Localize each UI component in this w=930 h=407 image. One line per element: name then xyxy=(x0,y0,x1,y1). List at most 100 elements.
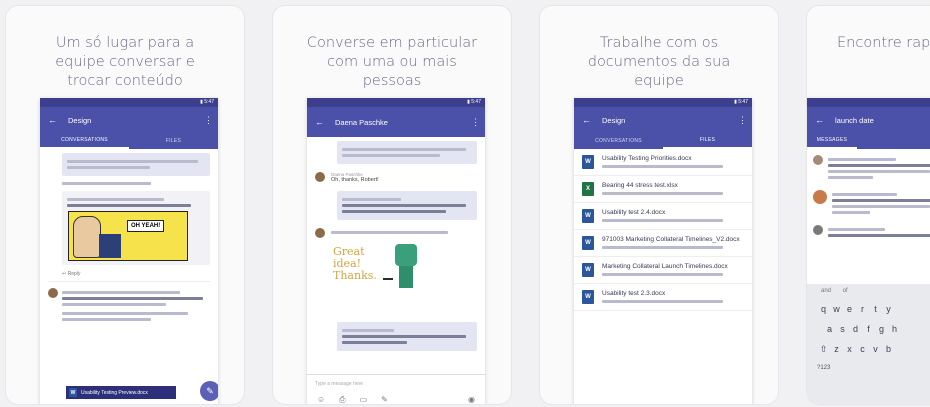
more-options-icon[interactable]: ⋮ xyxy=(471,117,480,128)
file-name: 971003 Marketing Collateral Timelines_V2… xyxy=(602,236,740,243)
file-row[interactable]: X Bearing 44 stress test.xlsx xyxy=(574,176,752,203)
key-s[interactable]: s xyxy=(836,319,849,339)
robot-sticker-icon xyxy=(395,244,417,266)
file-name: Usability test 2.3.docx xyxy=(602,290,666,297)
back-arrow-icon[interactable]: ← xyxy=(48,115,62,125)
status-bar: ▮ 5:47 xyxy=(307,98,485,107)
status-bar: ▮ 5:47 xyxy=(574,98,752,107)
search-result[interactable] xyxy=(813,225,930,240)
send-icon[interactable]: ◉ xyxy=(468,395,475,404)
user-avatar xyxy=(813,190,827,204)
file-row[interactable]: W Usability Testing Priorities.docx xyxy=(574,149,752,176)
comic-face xyxy=(73,216,101,258)
tab-files[interactable]: FILES xyxy=(129,133,218,149)
conversation-feed: OH YEAH! ↩ Reply xyxy=(40,149,218,328)
promo-caption: Encontre rapida o que prec xyxy=(837,35,930,51)
key-c[interactable]: c xyxy=(856,339,869,359)
sticker-text: Great idea! Thanks. xyxy=(333,245,377,282)
word-file-icon: W xyxy=(582,263,594,277)
word-file-icon: W xyxy=(582,290,594,304)
keyboard-row: qwerty xyxy=(807,298,930,318)
key-f[interactable]: f xyxy=(862,319,875,339)
file-meta xyxy=(602,300,744,303)
search-result[interactable] xyxy=(813,190,930,217)
reply-link[interactable]: ↩ Reply xyxy=(62,271,210,277)
key-v[interactable]: v xyxy=(869,339,882,359)
app-bar: ← Daena Paschke ⋮ xyxy=(307,107,485,137)
file-row[interactable]: W Usability test 2.3.docx xyxy=(574,284,752,311)
keyboard-row: ?123 xyxy=(807,358,930,378)
key-z[interactable]: z xyxy=(830,339,843,359)
tab-conversations[interactable]: CONVERSATIONS xyxy=(40,133,129,149)
promo-card-search: Encontre rapida o que prec ← launch date… xyxy=(807,6,930,404)
file-row[interactable]: W Marketing Collateral Launch Timelines.d… xyxy=(574,257,752,284)
gif-icon[interactable]: ▭ xyxy=(360,395,368,404)
back-arrow-icon[interactable]: ← xyxy=(815,115,829,125)
promo-card-documents: Trabalhe com os documentos da sua equipe… xyxy=(540,6,778,404)
screenshot-carousel: Um só lugar para a equipe conversar e tr… xyxy=(0,0,930,407)
back-arrow-icon[interactable]: ← xyxy=(315,117,329,127)
key-t[interactable]: t xyxy=(869,299,882,319)
reply-label: Reply xyxy=(67,271,81,277)
app-bar: ← Design ⋮ xyxy=(40,107,218,133)
tab-files[interactable]: FILES xyxy=(663,133,752,149)
message-input[interactable]: Type a message here xyxy=(307,375,485,393)
phone-screenshot: ▮ 5:47 ← Design ⋮ CONVERSATIONS FILES W U… xyxy=(574,98,752,404)
key-w[interactable]: w xyxy=(830,299,843,319)
user-avatar xyxy=(48,288,58,298)
back-arrow-icon[interactable]: ← xyxy=(582,115,596,125)
promo-card-team-chat: Um só lugar para a equipe conversar e tr… xyxy=(6,6,244,404)
message-bubble xyxy=(337,191,477,220)
file-meta xyxy=(602,192,744,195)
tab-bar: CONVERSATIONS FILES xyxy=(40,133,218,149)
keyboard-row: asdfgh xyxy=(807,318,930,338)
app-bar: ← launch date xyxy=(807,107,930,133)
key-b[interactable]: b xyxy=(882,339,895,359)
key-a[interactable]: a xyxy=(823,319,836,339)
status-bar: ▮ 5:47 xyxy=(40,98,218,107)
format-icon[interactable]: ✎ xyxy=(381,395,388,404)
key-q[interactable]: q xyxy=(817,299,830,319)
message-text: Oh, thanks, Robert! xyxy=(331,177,379,183)
key-d[interactable]: d xyxy=(849,319,862,339)
search-result[interactable] xyxy=(813,155,930,182)
promo-card-private-chat: Converse em particular com uma ou mais p… xyxy=(273,6,511,404)
key-y[interactable]: y xyxy=(882,299,895,319)
shift-key-icon[interactable]: ⇧ xyxy=(817,339,830,359)
promo-caption: Um só lugar para a equipe conversar e tr… xyxy=(55,35,195,89)
symbols-key[interactable]: ?123 xyxy=(817,365,830,371)
tab-conversations[interactable]: CONVERSATIONS xyxy=(574,133,663,149)
attach-icon[interactable]: ⎙ xyxy=(339,395,345,404)
file-row[interactable]: W Usability test 2.4.docx xyxy=(574,203,752,230)
file-banner[interactable]: W Usability Testing Preview.docx xyxy=(66,386,176,399)
file-row[interactable]: W 971003 Marketing Collateral Timelines_V… xyxy=(574,230,752,257)
word-file-icon: W xyxy=(69,388,77,397)
keyboard-suggestions: and of xyxy=(821,288,848,294)
key-x[interactable]: x xyxy=(843,339,856,359)
sticker-image: Great idea! Thanks. xyxy=(331,238,477,308)
key-h[interactable]: h xyxy=(888,319,901,339)
file-banner-label: Usability Testing Preview.docx xyxy=(81,389,148,396)
key-r[interactable]: r xyxy=(856,299,869,319)
app-bar: ← Design ⋮ xyxy=(574,107,752,133)
excel-file-icon: X xyxy=(582,182,594,196)
word-file-icon: W xyxy=(582,155,594,169)
message-composer: Type a message here ☺ ⎙ ▭ ✎ ◉ xyxy=(307,374,485,404)
search-query[interactable]: launch date xyxy=(829,116,930,125)
message-bubble xyxy=(62,153,210,176)
file-name: Usability test 2.4.docx xyxy=(602,209,666,216)
message-bubble xyxy=(337,141,477,164)
compose-fab-icon[interactable]: ✎ xyxy=(200,381,218,401)
emoji-icon[interactable]: ☺ xyxy=(317,395,325,404)
comic-image: OH YEAH! xyxy=(68,211,188,261)
key-e[interactable]: e xyxy=(843,299,856,319)
file-name: Marketing Collateral Launch Timelines.do… xyxy=(602,263,728,270)
key-g[interactable]: g xyxy=(875,319,888,339)
file-meta xyxy=(602,165,744,168)
more-options-icon[interactable]: ⋮ xyxy=(204,115,213,126)
file-name: Usability Testing Priorities.docx xyxy=(602,155,692,162)
message-row xyxy=(48,281,210,324)
user-avatar xyxy=(315,172,325,182)
tab-messages[interactable]: MESSAGES xyxy=(807,133,857,149)
more-options-icon[interactable]: ⋮ xyxy=(738,115,747,126)
